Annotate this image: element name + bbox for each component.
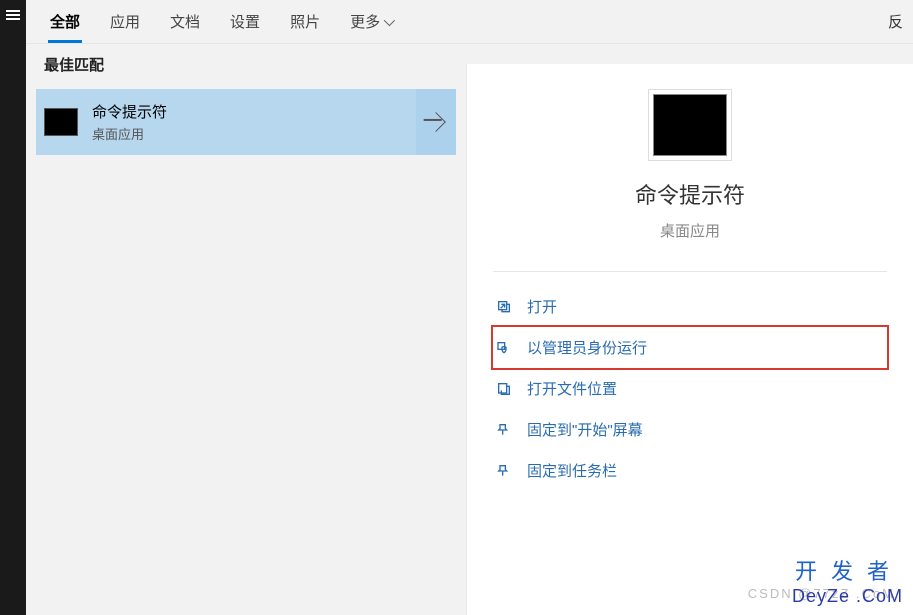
action-open-location-label: 打开文件位置	[527, 378, 617, 399]
hamburger-icon[interactable]	[6, 10, 20, 12]
open-icon	[495, 298, 513, 316]
tab-all[interactable]: 全部	[48, 1, 82, 42]
chevron-down-icon	[384, 14, 395, 25]
divider	[493, 271, 887, 272]
content-split: 最佳匹配 命令提示符 桌面应用 命令提示符 桌面应用	[26, 44, 913, 615]
detail-column: 命令提示符 桌面应用 打开 以管理员身份运行	[466, 64, 913, 615]
tab-docs[interactable]: 文档	[168, 1, 202, 42]
action-run-admin-label: 以管理员身份运行	[527, 337, 647, 358]
detail-header: 命令提示符 桌面应用	[467, 64, 913, 241]
results-column: 最佳匹配 命令提示符 桌面应用	[26, 44, 466, 615]
watermark: 开发者 DeyZe .CoM	[792, 554, 903, 607]
section-best-match: 最佳匹配	[26, 44, 466, 85]
result-text: 命令提示符 桌面应用	[92, 101, 416, 143]
tab-apps[interactable]: 应用	[108, 1, 142, 42]
action-pin-taskbar-label: 固定到任务栏	[527, 460, 617, 481]
arrow-right-icon	[426, 112, 446, 132]
category-tabs: 全部 应用 文档 设置 照片 更多 反	[26, 0, 913, 44]
watermark-line1: 开发者	[792, 554, 903, 586]
watermark-line2: DeyZe .CoM	[792, 586, 903, 607]
action-open-label: 打开	[527, 296, 557, 317]
tab-more-label: 更多	[350, 11, 380, 32]
shield-icon	[495, 339, 513, 357]
action-pin-start-label: 固定到"开始"屏幕	[527, 419, 643, 440]
window-sidebar	[0, 0, 26, 615]
tab-more[interactable]: 更多	[348, 1, 394, 42]
cmd-icon	[44, 108, 78, 136]
result-title: 命令提示符	[92, 101, 416, 122]
action-pin-start[interactable]: 固定到"开始"屏幕	[493, 409, 887, 450]
search-result-item[interactable]: 命令提示符 桌面应用	[36, 89, 456, 155]
detail-subtitle: 桌面应用	[467, 220, 913, 241]
tab-settings[interactable]: 设置	[228, 1, 262, 42]
tab-photos[interactable]: 照片	[288, 1, 322, 42]
search-panel: 全部 应用 文档 设置 照片 更多 反 最佳匹配 命令提示符 桌面应用	[26, 0, 913, 615]
action-pin-taskbar[interactable]: 固定到任务栏	[493, 450, 887, 491]
detail-app-icon	[653, 94, 727, 156]
expand-button[interactable]	[416, 89, 456, 155]
detail-title: 命令提示符	[467, 178, 913, 210]
result-subtitle: 桌面应用	[92, 124, 416, 143]
actions-list: 打开 以管理员身份运行 打开文件位置	[467, 286, 913, 491]
pin-taskbar-icon	[495, 462, 513, 480]
folder-icon	[495, 380, 513, 398]
action-open-location[interactable]: 打开文件位置	[493, 368, 887, 409]
annotation-highlight: 以管理员身份运行	[491, 325, 889, 370]
action-open[interactable]: 打开	[493, 286, 887, 327]
pin-icon	[495, 421, 513, 439]
action-run-admin[interactable]: 以管理员身份运行	[493, 327, 887, 368]
feedback-link[interactable]: 反	[888, 11, 903, 32]
